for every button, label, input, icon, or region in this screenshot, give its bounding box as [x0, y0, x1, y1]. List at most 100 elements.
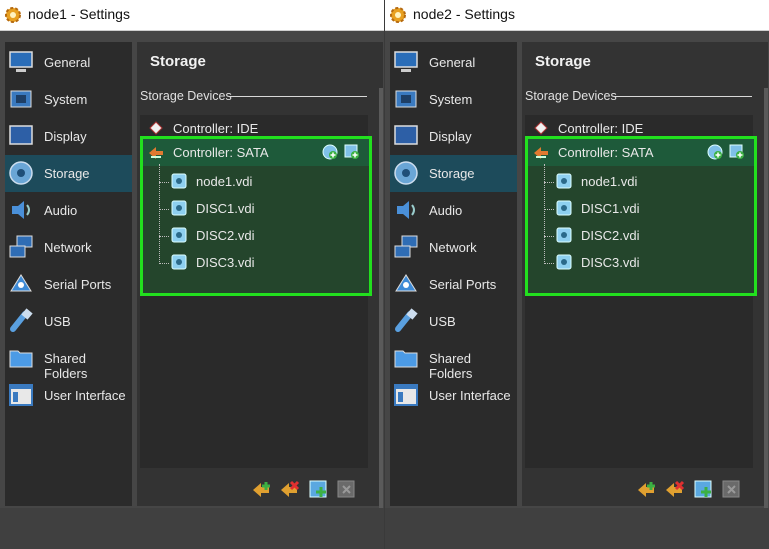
sidebar-item-system[interactable]: System [390, 81, 517, 118]
disk-label: node1.vdi [196, 174, 253, 189]
speaker-icon [397, 201, 415, 219]
disk-row[interactable]: DISC3.vdi [528, 249, 754, 276]
disk-row[interactable]: DISC2.vdi [143, 222, 369, 249]
sidebar-item-audio[interactable]: Audio [390, 192, 517, 229]
sidebar-item-storage[interactable]: Storage [390, 155, 517, 192]
hard-disk-icon [171, 254, 187, 270]
storage-panel: Storage Storage Devices Controller: IDE … [522, 42, 768, 508]
storage-tree: Controller: IDE Controller: SATA node1.v… [140, 115, 372, 468]
remove-attachment-icon[interactable] [720, 478, 742, 500]
section-divider [614, 96, 752, 97]
disk-row[interactable]: node1.vdi [528, 168, 754, 195]
usb-icon [395, 308, 418, 332]
title-bar: node2 - Settings [385, 0, 769, 31]
add-hard-disk-icon[interactable] [729, 144, 745, 160]
sidebar-item-general[interactable]: General [390, 44, 517, 81]
disk-row[interactable]: DISC1.vdi [143, 195, 369, 222]
remove-controller-icon[interactable] [664, 478, 686, 500]
status-area [0, 508, 384, 549]
sidebar-item-storage[interactable]: Storage [5, 155, 132, 192]
display-icon [9, 125, 33, 145]
remove-attachment-icon[interactable] [335, 478, 357, 500]
sidebar-item-general[interactable]: General [5, 44, 132, 81]
disk-row[interactable]: node1.vdi [143, 168, 369, 195]
display-icon [394, 125, 418, 145]
section-divider [229, 96, 367, 97]
serial-icon [10, 274, 32, 292]
sidebar-item-display[interactable]: Display [390, 118, 517, 155]
disk-row[interactable]: DISC1.vdi [528, 195, 754, 222]
sidebar-item-label: Display [429, 129, 472, 144]
controller-label: Controller: SATA [173, 145, 269, 160]
hard-disk-icon [556, 200, 572, 216]
sidebar-item-network[interactable]: Network [5, 229, 132, 266]
sidebar-item-usb[interactable]: USB [390, 303, 517, 340]
virtualbox-gear-icon [5, 7, 21, 23]
sidebar-item-usb[interactable]: USB [5, 303, 132, 340]
sidebar-item-label: General [429, 55, 476, 70]
disk-label: DISC3.vdi [196, 255, 255, 270]
disk-row[interactable]: DISC3.vdi [143, 249, 369, 276]
sidebar-item-label: Audio [44, 203, 78, 218]
controller-sata-row[interactable]: Controller: SATA [528, 139, 754, 166]
sidebar-item-serial-ports[interactable]: Serial Ports [5, 266, 132, 303]
sidebar-item-serial-ports[interactable]: Serial Ports [390, 266, 517, 303]
sidebar-item-label: General [44, 55, 91, 70]
sidebar-item-shared-folders[interactable]: Shared Folders [5, 340, 132, 381]
remove-controller-icon[interactable] [279, 478, 301, 500]
chip-icon [10, 90, 32, 108]
disk-label: node1.vdi [581, 174, 638, 189]
disk-label: DISC2.vdi [581, 228, 640, 243]
add-optical-drive-icon[interactable] [707, 144, 723, 160]
hard-disk-icon [171, 200, 187, 216]
usb-icon [10, 308, 33, 332]
sidebar-item-user-interface[interactable]: User Interface [5, 377, 132, 414]
sidebar-item-label: Storage [44, 166, 90, 181]
storage-toolbar [636, 478, 756, 502]
disk-row[interactable]: DISC2.vdi [528, 222, 754, 249]
controller-sata-row[interactable]: Controller: SATA [143, 139, 369, 166]
sidebar-item-shared-folders[interactable]: Shared Folders [390, 340, 517, 381]
sidebar-item-display[interactable]: Display [5, 118, 132, 155]
add-attachment-icon[interactable] [307, 478, 329, 500]
scrollbar[interactable] [379, 88, 383, 508]
storage-toolbar [251, 478, 371, 502]
window-title: node1 - Settings [28, 6, 130, 22]
sidebar-item-network[interactable]: Network [390, 229, 517, 266]
sidebar-item-audio[interactable]: Audio [5, 192, 132, 229]
network-icon [394, 235, 418, 258]
disk-icon [394, 161, 418, 185]
storage-devices-label: Storage Devices [140, 89, 232, 103]
settings-window-node2: node2 - Settings General System Display … [385, 0, 769, 549]
add-controller-icon[interactable] [636, 478, 658, 500]
hard-disk-icon [556, 227, 572, 243]
folder-icon [394, 350, 418, 368]
sata-controller-icon [149, 147, 163, 159]
sidebar-item-system[interactable]: System [5, 81, 132, 118]
sidebar-item-label: Display [44, 129, 87, 144]
monitor-icon [9, 51, 33, 72]
sata-highlight-box: Controller: SATA node1.vdi DISC1.vdi DIS… [140, 136, 372, 296]
disk-label: DISC1.vdi [581, 201, 640, 216]
hard-disk-icon [556, 254, 572, 270]
sidebar-item-label: Audio [429, 203, 463, 218]
sidebar-item-label: Network [429, 240, 477, 255]
add-controller-icon[interactable] [251, 478, 273, 500]
hard-disk-icon [556, 173, 572, 189]
sidebar-item-user-interface[interactable]: User Interface [390, 377, 517, 414]
add-optical-drive-icon[interactable] [322, 144, 338, 160]
add-attachment-icon[interactable] [692, 478, 714, 500]
ide-controller-icon [534, 121, 548, 135]
page-title: Storage [150, 53, 206, 70]
hard-disk-icon [171, 173, 187, 189]
add-hard-disk-icon[interactable] [344, 144, 360, 160]
sidebar-item-label: Serial Ports [429, 277, 497, 292]
storage-panel: Storage Storage Devices Controller: IDE … [137, 42, 383, 508]
sidebar-item-label: User Interface [429, 388, 511, 403]
chip-icon [395, 90, 417, 108]
storage-tree: Controller: IDE Controller: SATA node1.v… [525, 115, 757, 468]
scrollbar[interactable] [764, 88, 768, 508]
ide-controller-icon [149, 121, 163, 135]
virtualbox-gear-icon [390, 7, 406, 23]
status-area [385, 508, 769, 549]
